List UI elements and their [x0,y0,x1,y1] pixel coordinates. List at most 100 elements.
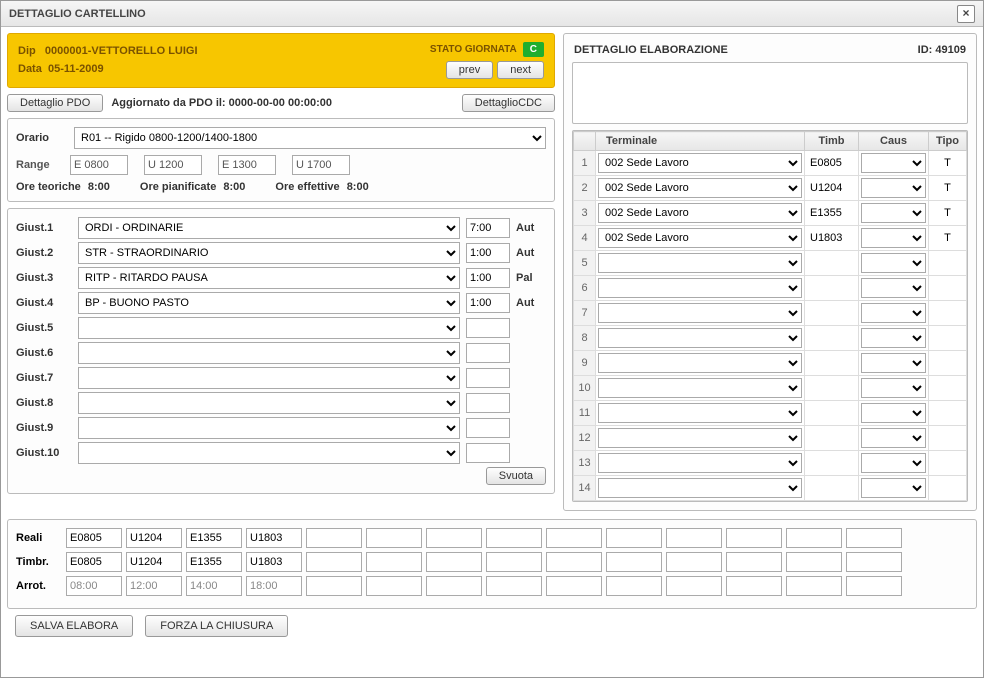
terminale-select[interactable] [598,353,802,373]
terminale-select[interactable] [598,253,802,273]
reali-cell[interactable] [486,528,542,548]
caus-select[interactable] [861,153,926,173]
terminale-select[interactable]: 002 Sede Lavoro [598,153,802,173]
elab-textarea[interactable] [572,62,968,124]
reali-cell[interactable] [726,528,782,548]
giust-hours-input[interactable] [466,443,510,463]
arrot-cell[interactable] [786,576,842,596]
next-button[interactable]: next [497,61,544,79]
giust-select[interactable]: RITP - RITARDO PAUSA [78,267,460,289]
giust-hours-input[interactable] [466,318,510,338]
arrot-cell[interactable] [486,576,542,596]
timbr-cell[interactable] [246,552,302,572]
giust-hours-input[interactable] [466,393,510,413]
dettaglio-pdo-button[interactable]: Dettaglio PDO [7,94,103,112]
terminale-select[interactable] [598,278,802,298]
arrot-cell[interactable] [546,576,602,596]
timbr-cell[interactable] [486,552,542,572]
giust-select[interactable] [78,367,460,389]
arrot-cell[interactable] [366,576,422,596]
prev-button[interactable]: prev [446,61,493,79]
giust-select[interactable] [78,317,460,339]
timbr-cell[interactable] [786,552,842,572]
caus-select[interactable] [861,178,926,198]
orario-select[interactable]: R01 -- Rigido 0800-1200/1400-1800 [74,127,546,149]
arrot-cell[interactable] [66,576,122,596]
timbr-cell[interactable] [366,552,422,572]
arrot-cell[interactable] [606,576,662,596]
arrot-cell[interactable] [246,576,302,596]
caus-select[interactable] [861,253,926,273]
forza-chiusura-button[interactable]: FORZA LA CHIUSURA [145,615,288,637]
terminale-select[interactable]: 002 Sede Lavoro [598,228,802,248]
terminale-select[interactable]: 002 Sede Lavoro [598,178,802,198]
caus-select[interactable] [861,378,926,398]
arrot-cell[interactable] [846,576,902,596]
timbr-cell[interactable] [846,552,902,572]
terminale-select[interactable] [598,453,802,473]
reali-cell[interactable] [426,528,482,548]
giust-select[interactable]: ORDI - ORDINARIE [78,217,460,239]
giust-select[interactable] [78,392,460,414]
timbr-cell[interactable] [126,552,182,572]
arrot-cell[interactable] [126,576,182,596]
svuota-button[interactable]: Svuota [486,467,546,485]
caus-select[interactable] [861,428,926,448]
reali-cell[interactable] [606,528,662,548]
timbr-cell[interactable] [186,552,242,572]
giust-select[interactable]: STR - STRAORDINARIO [78,242,460,264]
reali-cell[interactable] [246,528,302,548]
caus-select[interactable] [861,303,926,323]
timbr-cell[interactable] [726,552,782,572]
terminale-select[interactable]: 002 Sede Lavoro [598,203,802,223]
arrot-cell[interactable] [306,576,362,596]
giust-select[interactable] [78,442,460,464]
giust-select[interactable]: BP - BUONO PASTO [78,292,460,314]
giust-hours-input[interactable] [466,218,510,238]
reali-cell[interactable] [66,528,122,548]
range-input-2[interactable] [144,155,202,175]
caus-select[interactable] [861,328,926,348]
range-input-4[interactable] [292,155,350,175]
timbr-cell[interactable] [426,552,482,572]
reali-cell[interactable] [666,528,722,548]
giust-hours-input[interactable] [466,293,510,313]
timbr-cell[interactable] [546,552,602,572]
range-input-3[interactable] [218,155,276,175]
caus-select[interactable] [861,353,926,373]
arrot-cell[interactable] [426,576,482,596]
terminale-select[interactable] [598,328,802,348]
giust-hours-input[interactable] [466,343,510,363]
timbr-cell[interactable] [606,552,662,572]
reali-cell[interactable] [186,528,242,548]
timbr-cell[interactable] [66,552,122,572]
caus-select[interactable] [861,478,926,498]
reali-cell[interactable] [846,528,902,548]
terminale-select[interactable] [598,428,802,448]
timbr-cell[interactable] [306,552,362,572]
giust-hours-input[interactable] [466,268,510,288]
reali-cell[interactable] [546,528,602,548]
range-input-1[interactable] [70,155,128,175]
terminale-select[interactable] [598,403,802,423]
dettaglio-cdc-button[interactable]: DettaglioCDC [462,94,555,112]
caus-select[interactable] [861,453,926,473]
giust-hours-input[interactable] [466,418,510,438]
arrot-cell[interactable] [186,576,242,596]
caus-select[interactable] [861,203,926,223]
arrot-cell[interactable] [726,576,782,596]
caus-select[interactable] [861,228,926,248]
reali-cell[interactable] [786,528,842,548]
terminale-select[interactable] [598,378,802,398]
reali-cell[interactable] [306,528,362,548]
salva-elabora-button[interactable]: SALVA ELABORA [15,615,133,637]
arrot-cell[interactable] [666,576,722,596]
giust-hours-input[interactable] [466,243,510,263]
giust-select[interactable] [78,417,460,439]
giust-hours-input[interactable] [466,368,510,388]
caus-select[interactable] [861,403,926,423]
close-icon[interactable]: × [957,5,975,23]
reali-cell[interactable] [126,528,182,548]
giust-select[interactable] [78,342,460,364]
caus-select[interactable] [861,278,926,298]
